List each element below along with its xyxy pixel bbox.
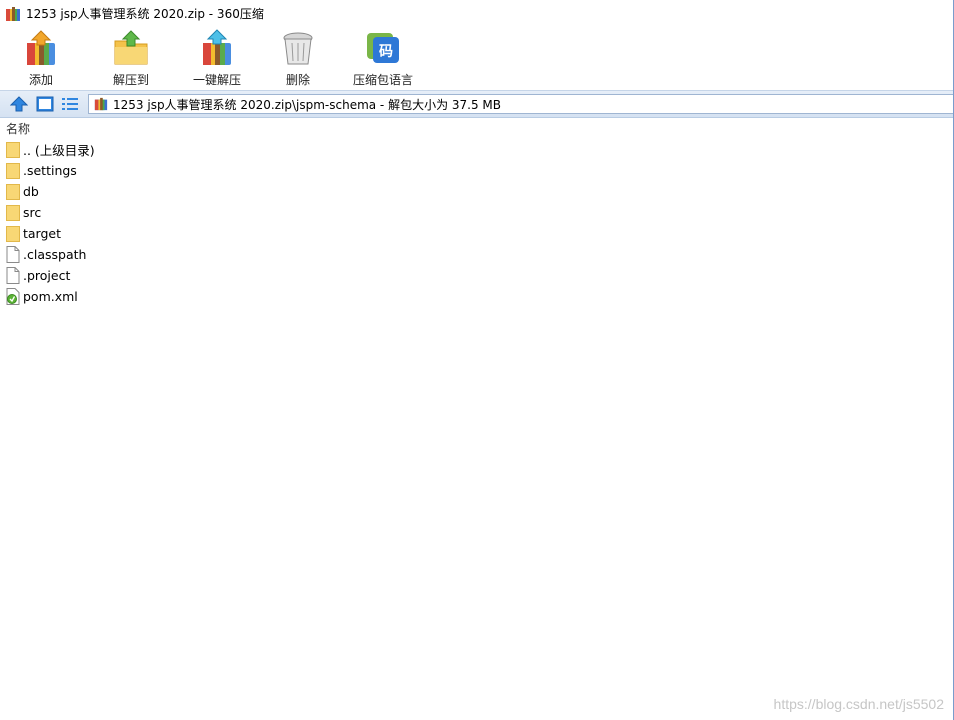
delete-label: 删除 xyxy=(285,73,310,87)
list-item[interactable]: .classpath xyxy=(0,244,954,265)
archive-app-icon xyxy=(6,6,20,21)
trash-icon xyxy=(283,32,313,65)
archive-icon xyxy=(94,97,108,111)
add-label: 添加 xyxy=(28,73,53,87)
file-name: src xyxy=(23,205,42,220)
file-name: .project xyxy=(23,268,71,283)
title-bar: 1253 jsp人事管理系统 2020.zip - 360压缩 xyxy=(0,0,954,27)
file-name: target xyxy=(23,226,62,241)
list-view-icon[interactable] xyxy=(61,96,79,112)
file-icon xyxy=(6,246,20,263)
one-click-extract-button[interactable]: 一键解压 xyxy=(192,27,242,88)
extract-to-icon xyxy=(114,30,148,65)
address-path: 1253 jsp人事管理系统 2020.zip\jspm-schema - 解包… xyxy=(113,97,502,112)
list-item[interactable]: .settings xyxy=(0,160,954,181)
address-strip: 1253 jsp人事管理系统 2020.zip\jspm-schema - 解包… xyxy=(0,90,954,118)
watermark: https://blog.csdn.net/js5502 xyxy=(773,696,944,712)
list-item[interactable]: src xyxy=(0,202,954,223)
add-icon xyxy=(27,30,55,65)
archive-language-button[interactable]: 码 压缩包语言 xyxy=(352,27,414,88)
toolbar: 添加 解压到 一键解压 删除 码 压缩包语言 xyxy=(0,27,954,90)
file-name: .classpath xyxy=(23,247,87,262)
name-column-header[interactable]: 名称 xyxy=(6,120,30,137)
delete-button[interactable]: 删除 xyxy=(279,27,317,88)
file-name: .settings xyxy=(23,163,77,178)
file-name: pom.xml xyxy=(23,289,78,304)
svg-text:码: 码 xyxy=(379,44,393,60)
folder-icon xyxy=(6,226,20,242)
folder-icon xyxy=(6,184,20,200)
one-click-extract-icon xyxy=(203,29,231,65)
list-item[interactable]: target xyxy=(0,223,954,244)
list-item[interactable]: .. (上级目录) xyxy=(0,139,954,160)
list-item[interactable]: .project xyxy=(0,265,954,286)
extract-to-button[interactable]: 解压到 xyxy=(108,27,154,88)
xml-file-icon xyxy=(6,288,20,305)
archive-language-icon: 码 xyxy=(367,33,399,63)
list-item[interactable]: db xyxy=(0,181,954,202)
address-bar[interactable]: 1253 jsp人事管理系统 2020.zip\jspm-schema - 解包… xyxy=(88,94,954,114)
file-name: .. (上级目录) xyxy=(23,143,95,158)
up-arrow-icon[interactable] xyxy=(10,96,28,112)
file-list: .. (上级目录) .settings db src target .class… xyxy=(0,139,954,307)
folder-icon xyxy=(6,205,20,221)
add-button[interactable]: 添加 xyxy=(22,27,60,88)
one-click-extract-label: 一键解压 xyxy=(192,73,241,87)
archive-language-label: 压缩包语言 xyxy=(352,73,413,87)
file-name: db xyxy=(23,184,39,199)
folder-icon xyxy=(6,142,20,158)
window-title: 1253 jsp人事管理系统 2020.zip - 360压缩 xyxy=(26,7,264,21)
thumbnail-view-icon[interactable] xyxy=(36,96,54,112)
extract-to-label: 解压到 xyxy=(112,73,149,87)
list-item[interactable]: pom.xml xyxy=(0,286,954,307)
folder-icon xyxy=(6,163,20,179)
column-header[interactable]: 名称 xyxy=(0,118,954,138)
file-icon xyxy=(6,267,20,284)
